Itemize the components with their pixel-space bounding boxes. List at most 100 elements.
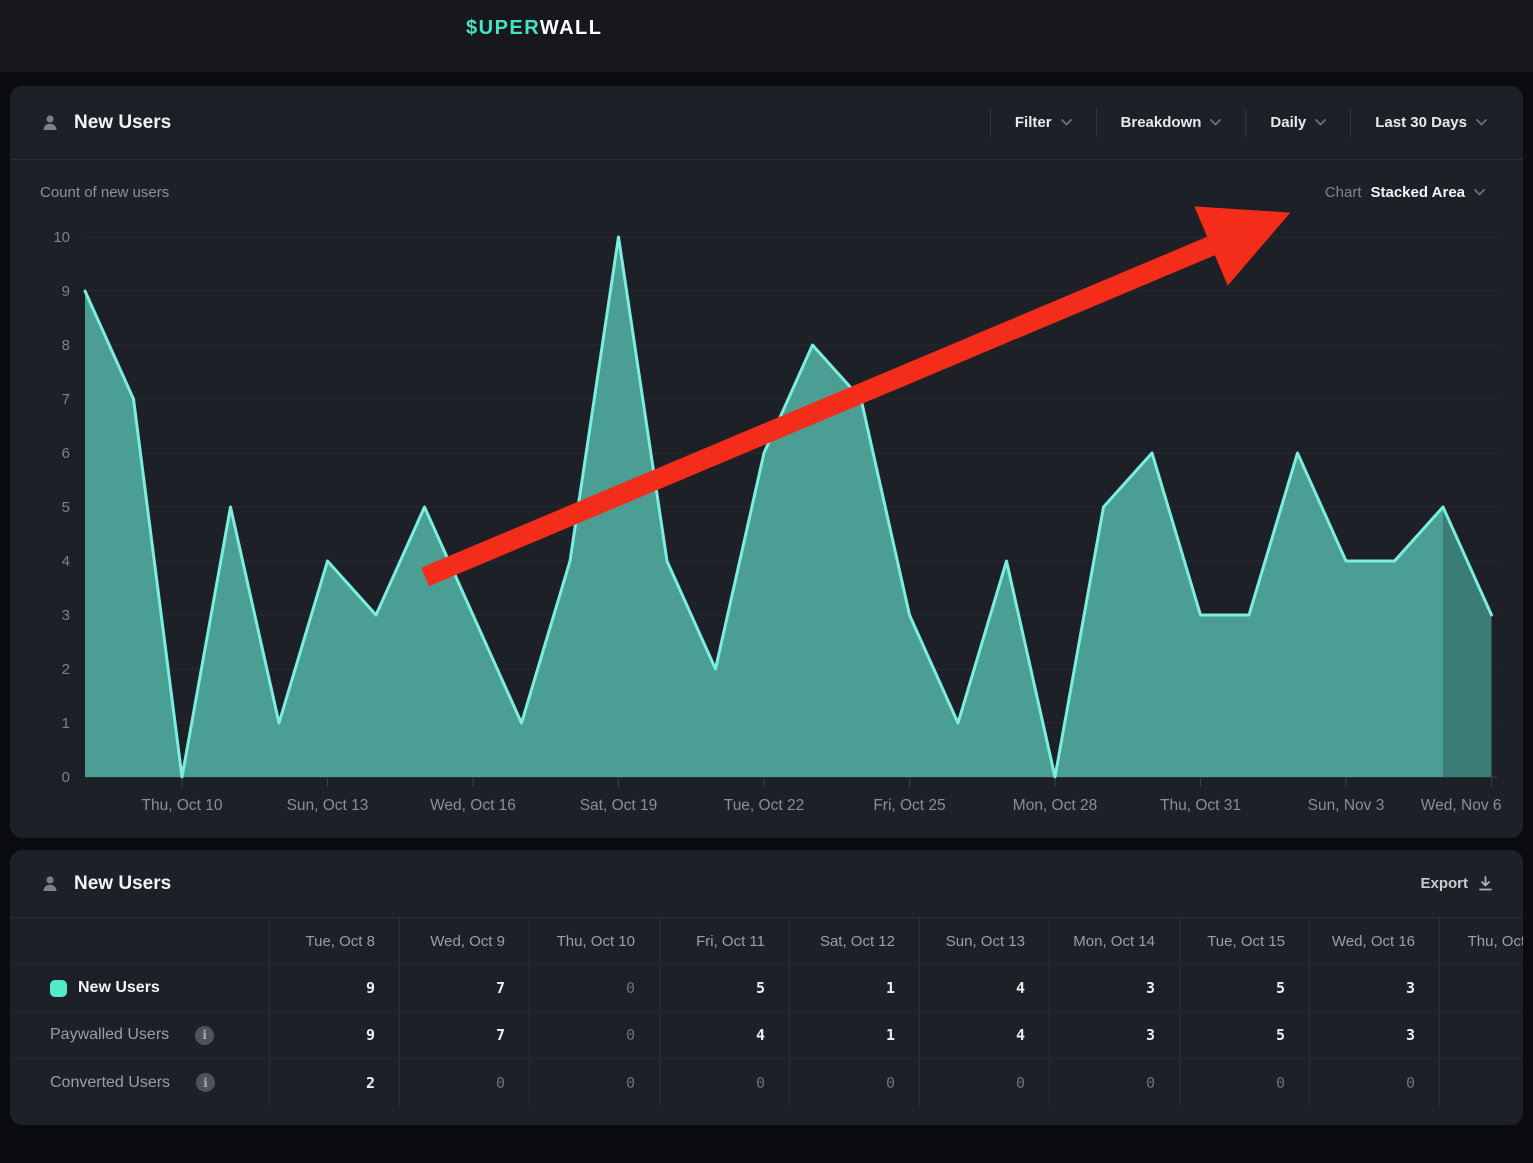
y-axis-label: 8: [62, 337, 70, 354]
chevron-down-icon: [1315, 119, 1326, 126]
chart-controls: Filter Breakdown Daily Last 30 Days: [990, 109, 1493, 137]
value-cell: 4: [660, 1012, 790, 1058]
chart-body: 012345678910Thu, Oct 10Sun, Oct 13Wed, O…: [10, 160, 1523, 837]
logo-accent-text: $UPER: [466, 17, 540, 39]
export-button[interactable]: Export: [1420, 875, 1493, 892]
value-cell: 7: [400, 965, 530, 1011]
table-panel-header: New Users Export: [10, 850, 1523, 918]
series-color-swatch: [50, 980, 67, 997]
chevron-down-icon: [1476, 119, 1487, 126]
row-label-cell: New Users: [10, 965, 270, 1011]
data-table: Tue, Oct 8Wed, Oct 9Thu, Oct 10Fri, Oct …: [10, 918, 1523, 1106]
info-icon[interactable]: i: [196, 1073, 215, 1092]
y-axis-label: 2: [62, 661, 70, 678]
value-cell: 5: [1180, 965, 1310, 1011]
value-cell: 0: [1180, 1059, 1310, 1106]
value-cell: 0: [530, 1059, 660, 1106]
row-label: New Users: [78, 979, 160, 997]
value-cell: [1440, 965, 1523, 1011]
info-icon[interactable]: i: [195, 1026, 214, 1045]
table-header-row: Tue, Oct 8Wed, Oct 9Thu, Oct 10Fri, Oct …: [10, 918, 1523, 965]
y-axis-label: 5: [62, 499, 70, 516]
column-header: Tue, Oct 8: [270, 918, 400, 964]
row-label-cell: Converted Users i: [10, 1059, 270, 1106]
person-icon: [40, 113, 60, 133]
x-axis-label: Sat, Oct 19: [580, 797, 658, 814]
column-header: Sat, Oct 12: [790, 918, 920, 964]
top-nav-bar: $UPERWALL: [0, 0, 1533, 72]
value-cell: 3: [1310, 965, 1440, 1011]
column-header: Mon, Oct 14: [1050, 918, 1180, 964]
value-cell: 9: [270, 965, 400, 1011]
superwall-logo: $UPERWALL: [466, 17, 602, 40]
x-axis-label: Tue, Oct 22: [724, 797, 804, 814]
y-axis-label: 10: [53, 229, 70, 246]
column-header: Tue, Oct 15: [1180, 918, 1310, 964]
y-axis-label: 4: [62, 553, 70, 570]
chart-type-selector[interactable]: Chart Stacked Area: [1325, 184, 1485, 201]
y-axis-label: 3: [62, 607, 70, 624]
x-axis-label: Wed, Nov 6: [1421, 797, 1502, 814]
value-cell: 3: [1310, 1012, 1440, 1058]
row-label: Converted Users: [50, 1074, 170, 1092]
interval-dropdown[interactable]: Daily: [1246, 114, 1350, 131]
person-icon: [40, 874, 60, 894]
chart-subtitle: Count of new users: [40, 184, 169, 201]
table-row: Paywalled Usersi970414353: [10, 1012, 1523, 1059]
date-range-dropdown[interactable]: Last 30 Days: [1351, 114, 1493, 131]
chevron-down-icon: [1061, 119, 1072, 126]
value-cell: 5: [1180, 1012, 1310, 1058]
area-chart-canvas[interactable]: 012345678910Thu, Oct 10Sun, Oct 13Wed, O…: [10, 160, 1523, 837]
new-users-table-panel: New Users Export Tue, Oct 8Wed, Oct 9Thu…: [10, 850, 1523, 1125]
filter-dropdown[interactable]: Filter: [991, 114, 1096, 131]
download-icon: [1478, 876, 1493, 892]
column-header: Wed, Oct 16: [1310, 918, 1440, 964]
column-header: Thu, Oct 10: [530, 918, 660, 964]
value-cell: 0: [530, 1012, 660, 1058]
value-cell: 0: [790, 1059, 920, 1106]
value-cell: [1440, 1059, 1523, 1106]
y-axis-label: 1: [62, 715, 70, 732]
table-panel-title: New Users: [74, 873, 171, 895]
x-axis-label: Sun, Oct 13: [287, 797, 369, 814]
column-header: Sun, Oct 13: [920, 918, 1050, 964]
y-axis-label: 0: [62, 769, 70, 786]
interval-dropdown-label: Daily: [1270, 114, 1306, 131]
chart-type-label: Chart: [1325, 184, 1362, 201]
value-cell: 4: [920, 965, 1050, 1011]
column-header: Thu, Oct 17: [1440, 918, 1523, 964]
table-row: New Users970514353: [10, 965, 1523, 1012]
corner-cell: [10, 918, 270, 964]
value-cell: 4: [920, 1012, 1050, 1058]
filter-dropdown-label: Filter: [1015, 114, 1052, 131]
chevron-down-icon: [1210, 119, 1221, 126]
value-cell: 0: [920, 1059, 1050, 1106]
value-cell: 0: [400, 1059, 530, 1106]
value-cell: 0: [1050, 1059, 1180, 1106]
value-cell: 3: [1050, 1012, 1180, 1058]
x-axis-label: Fri, Oct 25: [873, 797, 945, 814]
export-button-label: Export: [1420, 875, 1468, 892]
column-header: Wed, Oct 9: [400, 918, 530, 964]
value-cell: 9: [270, 1012, 400, 1058]
table-row: Converted Usersi200000000: [10, 1059, 1523, 1106]
chart-panel-title: New Users: [74, 112, 171, 134]
chart-panel-header: New Users Filter Breakdown Daily Last 30…: [10, 86, 1523, 160]
breakdown-dropdown[interactable]: Breakdown: [1097, 114, 1246, 131]
y-axis-label: 7: [62, 391, 70, 408]
value-cell: 2: [270, 1059, 400, 1106]
row-label-cell: Paywalled Users i: [10, 1012, 270, 1058]
date-range-dropdown-label: Last 30 Days: [1375, 114, 1467, 131]
value-cell: 1: [790, 965, 920, 1011]
value-cell: 0: [530, 965, 660, 1011]
value-cell: 0: [660, 1059, 790, 1106]
x-axis-label: Mon, Oct 28: [1013, 797, 1097, 814]
value-cell: 7: [400, 1012, 530, 1058]
chart-type-value: Stacked Area: [1371, 184, 1466, 201]
chevron-down-icon: [1474, 189, 1485, 196]
value-cell: 0: [1310, 1059, 1440, 1106]
row-label: Paywalled Users: [50, 1026, 169, 1044]
value-cell: 5: [660, 965, 790, 1011]
value-cell: [1440, 1012, 1523, 1058]
logo-rest-text: WALL: [540, 17, 603, 39]
